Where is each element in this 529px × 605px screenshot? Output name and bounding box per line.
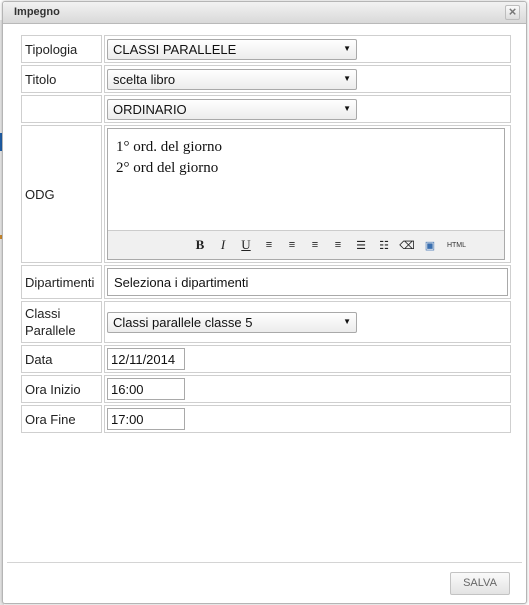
bullet-list-icon[interactable]: ☰ [350,235,373,255]
titolo-selected-value: scelta libro [113,71,176,87]
align-left-icon[interactable]: ≡ [258,235,281,255]
footer-divider [7,562,522,563]
bold-icon[interactable]: B [189,235,212,255]
ora-fine-label: Ora Fine [21,405,102,433]
underline-icon[interactable]: U [235,235,258,255]
dropdown-arrow-icon: ▼ [343,316,351,326]
dropdown-arrow-icon: ▼ [343,43,351,53]
titolo-select[interactable]: scelta libro ▼ [107,68,357,90]
data-label: Data [21,345,102,373]
tipologia-selected-value: CLASSI PARALLELE [113,41,237,57]
titolo-label: Titolo [21,65,102,93]
impegno-form: Tipologia CLASSI PARALLELE ▼ Titolo scel… [19,33,513,435]
impegno-dialog: Impegno × Tipologia CLASSI PARALLELE ▼ T… [2,1,527,604]
tipo-selected-value: ORDINARIO [113,101,187,117]
ora-inizio-input[interactable]: 16:00 [107,378,185,400]
numbered-list-icon[interactable]: ☷ [373,235,396,255]
align-right-icon[interactable]: ≡ [304,235,327,255]
dialog-titlebar: Impegno × [3,2,526,24]
dipartimenti-input[interactable]: Seleziona i dipartimenti [107,268,508,296]
tipologia-label: Tipologia [21,35,102,63]
classi-parallele-label-line1: Classi [25,306,61,321]
save-button[interactable]: SALVA [450,572,510,595]
odg-line: 1° ord. del giorno [116,139,222,155]
tipologia-select[interactable]: CLASSI PARALLELE ▼ [107,38,357,60]
dipartimenti-label: Dipartimenti [21,265,102,299]
image-icon[interactable]: ▣ [419,235,442,255]
odg-label: ODG [21,125,102,263]
empty-label-cell [21,95,102,123]
italic-icon[interactable]: I [212,235,235,255]
odg-line: 2° ord del giorno [116,160,219,176]
align-center-icon[interactable]: ≡ [281,235,304,255]
dropdown-arrow-icon: ▼ [343,73,351,83]
classi-parallele-select[interactable]: Classi parallele classe 5 ▼ [107,311,357,333]
odg-rich-text-editor[interactable]: 1° ord. del giorno 2° ord del giorno B I… [107,128,505,260]
html-icon[interactable]: HTML [442,235,472,255]
close-icon[interactable]: × [505,5,520,20]
classi-parallele-label: Classi Parallele [21,301,102,343]
data-input[interactable]: 12/11/2014 [107,348,185,370]
ora-fine-input[interactable]: 17:00 [107,408,185,430]
odg-editor-content[interactable]: 1° ord. del giorno 2° ord del giorno [116,137,222,179]
editor-toolbar: B I U ≡ ≡ ≡ ≡ ☰ ☷ ⌫ ▣ HTML [108,230,504,259]
justify-icon[interactable]: ≡ [327,235,350,255]
dialog-title: Impegno [14,6,60,18]
tipo-select[interactable]: ORDINARIO ▼ [107,98,357,120]
dropdown-arrow-icon: ▼ [343,103,351,113]
classi-parallele-label-line2: Parallele [25,323,76,338]
eraser-icon[interactable]: ⌫ [396,235,419,255]
ora-inizio-label: Ora Inizio [21,375,102,403]
classi-parallele-selected-value: Classi parallele classe 5 [113,314,253,330]
